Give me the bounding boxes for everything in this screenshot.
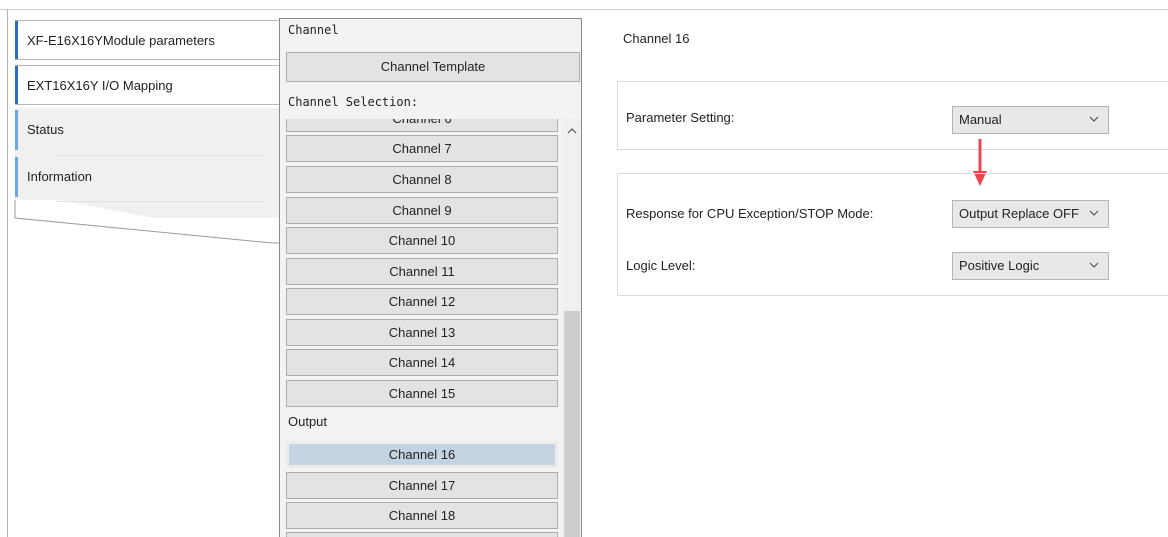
channel-button-7[interactable]: Channel 7 (286, 135, 558, 162)
nav-inactive-indicator (15, 157, 18, 197)
top-divider (0, 9, 1168, 10)
nav-item-information[interactable]: Information (15, 157, 280, 197)
chevron-up-icon[interactable] (565, 125, 579, 137)
output-group-label: Output (288, 414, 328, 429)
channel-button-17[interactable]: Channel 17 (286, 472, 558, 499)
channel-button-8[interactable]: Channel 8 (286, 166, 558, 193)
channel-button-19[interactable] (286, 532, 558, 537)
nav-active-indicator (15, 66, 18, 104)
left-navigation: XF-E16X16YModule parameters EXT16X16Y I/… (8, 18, 280, 258)
channel-button-15[interactable]: Channel 15 (286, 380, 558, 407)
channel-list: Channel 6 Channel 7 Channel 8 Channel 9 … (280, 119, 564, 537)
channel-button-18[interactable]: Channel 18 (286, 502, 558, 529)
cpu-response-dropdown[interactable]: Output Replace OFF (952, 200, 1109, 228)
scrollbar-thumb[interactable] (564, 311, 580, 537)
page-title: Channel 16 (623, 31, 690, 46)
channel-button-9[interactable]: Channel 9 (286, 197, 558, 224)
channel-button-16[interactable]: Channel 16 (286, 441, 558, 468)
channel-list-scrollbar[interactable] (562, 119, 581, 537)
parameter-setting-label: Parameter Setting: (626, 110, 735, 125)
logic-level-dropdown[interactable]: Positive Logic (952, 252, 1109, 280)
nav-item-label: XF-E16X16YModule parameters (27, 33, 215, 48)
channel-selection-label: Channel Selection: (288, 95, 419, 109)
channel-button-11[interactable]: Channel 11 (286, 258, 558, 285)
nav-item-io-mapping[interactable]: EXT16X16Y I/O Mapping (15, 65, 280, 105)
nav-item-module-parameters[interactable]: XF-E16X16YModule parameters (15, 20, 280, 60)
dropdown-value: Output Replace OFF (959, 206, 1079, 221)
logic-level-label: Logic Level: (626, 258, 696, 273)
nav-divider (56, 201, 266, 202)
channel-button-10[interactable]: Channel 10 (286, 227, 558, 254)
channel-template-button[interactable]: Channel Template (286, 52, 580, 82)
dropdown-value: Positive Logic (959, 258, 1040, 273)
nav-item-label: Information (27, 169, 93, 184)
nav-inactive-indicator (15, 110, 18, 150)
channel-button-12[interactable]: Channel 12 (286, 288, 558, 315)
channel-button-13[interactable]: Channel 13 (286, 319, 558, 346)
nav-item-status[interactable]: Status (15, 110, 280, 150)
channel-panel-header: Channel (288, 23, 339, 37)
parameter-setting-dropdown[interactable]: Manual (952, 106, 1109, 134)
chevron-down-icon (1089, 210, 1099, 216)
nav-item-label: Status (27, 122, 64, 137)
channel-button-6[interactable]: Channel 6 (286, 119, 558, 132)
nav-active-indicator (15, 21, 18, 59)
nav-item-label: EXT16X16Y I/O Mapping (27, 78, 173, 93)
chevron-down-icon (1089, 116, 1099, 122)
chevron-down-icon (1089, 262, 1099, 268)
cpu-response-label: Response for CPU Exception/STOP Mode: (626, 206, 874, 221)
channel-panel: Channel Channel Template Channel Selecti… (279, 18, 582, 537)
dropdown-value: Manual (959, 112, 1002, 127)
nav-divider (56, 155, 266, 156)
channel-button-14[interactable]: Channel 14 (286, 349, 558, 376)
